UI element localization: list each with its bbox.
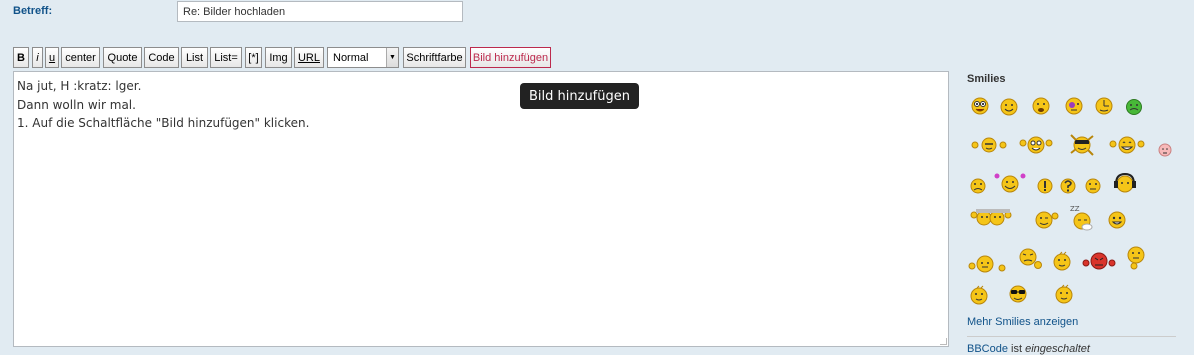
smiley-cheer-icon[interactable]: [992, 170, 1028, 196]
tooltip: Bild hinzufügen: [520, 83, 639, 109]
font-size-select[interactable]: Normal ▼: [327, 47, 399, 68]
smiley-wave-icon[interactable]: [971, 134, 1007, 156]
smiley-neutral-icon[interactable]: [1082, 175, 1104, 197]
chevron-down-icon: ▼: [386, 48, 398, 67]
svg-text:ZZ: ZZ: [1070, 205, 1080, 213]
image-button[interactable]: Img: [265, 47, 292, 68]
editor-line: 1. Auf die Schaltfläche "Bild hinzufügen…: [17, 116, 310, 131]
subject-label: Betreff:: [13, 5, 53, 17]
smiley-pink-icon[interactable]: [1155, 140, 1175, 160]
smiley-question-icon[interactable]: [1057, 175, 1079, 197]
smiley-think-icon[interactable]: [1123, 242, 1149, 272]
smiley-sad-icon[interactable]: [1030, 95, 1052, 117]
smiley-scratch-icon[interactable]: [1016, 244, 1044, 272]
editor-line: Na jut, H :kratz: lger.: [17, 79, 142, 93]
divider: [967, 336, 1176, 337]
smiley-wave-grin-icon[interactable]: [1109, 134, 1145, 156]
smilies-heading: Smilies: [967, 73, 1006, 85]
ordered-list-button[interactable]: List=: [210, 47, 242, 68]
bbcode-status: BBCode ist eingeschaltet: [967, 343, 1090, 355]
smiley-purple-eye-icon[interactable]: [1063, 95, 1085, 117]
underline-button[interactable]: u: [45, 47, 59, 68]
bbcode-state: eingeschaltet: [1025, 343, 1090, 355]
smiley-cool-icon[interactable]: [1006, 283, 1030, 305]
smiley-surprised-icon[interactable]: [1051, 250, 1073, 272]
smiley-headphones-icon[interactable]: [1112, 172, 1138, 196]
editor-line: Dann wolln wir mal.: [17, 97, 136, 112]
list-item-button[interactable]: [*]: [245, 47, 262, 68]
smiley-exclamation-icon[interactable]: [1034, 175, 1056, 197]
smiley-blush-icon[interactable]: [968, 284, 990, 306]
smiley-wink-icon[interactable]: [1031, 206, 1059, 232]
list-button[interactable]: List: [181, 47, 208, 68]
bbcode-status-text: ist: [1007, 343, 1026, 355]
smiley-thumb-icon[interactable]: [1053, 283, 1075, 305]
resize-grip[interactable]: [940, 338, 947, 345]
smiley-group-icon[interactable]: [970, 205, 1020, 231]
italic-button[interactable]: i: [32, 47, 43, 68]
bbcode-link[interactable]: BBCode: [967, 343, 1008, 355]
bold-button[interactable]: B: [13, 47, 29, 68]
smiley-green-sick-icon[interactable]: [1123, 96, 1145, 118]
smiley-frown-icon[interactable]: [967, 175, 989, 197]
url-button[interactable]: URL: [294, 47, 324, 68]
font-size-value: Normal: [333, 51, 369, 64]
message-textarea[interactable]: Na jut, H :kratz: lger. Dann wolln wir ma…: [13, 71, 949, 347]
center-button[interactable]: center: [61, 47, 100, 68]
add-image-button[interactable]: Bild hinzufügen: [470, 47, 551, 68]
smiley-angry-red-icon[interactable]: [1081, 249, 1117, 273]
smiley-wave-big-icon[interactable]: [1018, 134, 1054, 156]
smiley-grin-icon[interactable]: [998, 96, 1020, 118]
smiley-clock-icon[interactable]: [1093, 95, 1115, 117]
more-smilies-link[interactable]: Mehr Smilies anzeigen: [967, 316, 1078, 328]
posting-form: Betreff: B i u center Quote Code List Li…: [0, 0, 1194, 355]
font-color-button[interactable]: Schriftfarbe: [403, 47, 466, 68]
code-button[interactable]: Code: [144, 47, 179, 68]
smiley-sleep-icon[interactable]: ZZ: [1068, 203, 1098, 233]
smiley-dance-icon[interactable]: [1067, 131, 1097, 159]
quote-button[interactable]: Quote: [103, 47, 142, 68]
smiley-crazy-icon[interactable]: [969, 95, 991, 117]
subject-input[interactable]: [177, 1, 463, 22]
smiley-blink-icon[interactable]: [1106, 209, 1128, 231]
smiley-typing-icon[interactable]: [967, 252, 1011, 276]
